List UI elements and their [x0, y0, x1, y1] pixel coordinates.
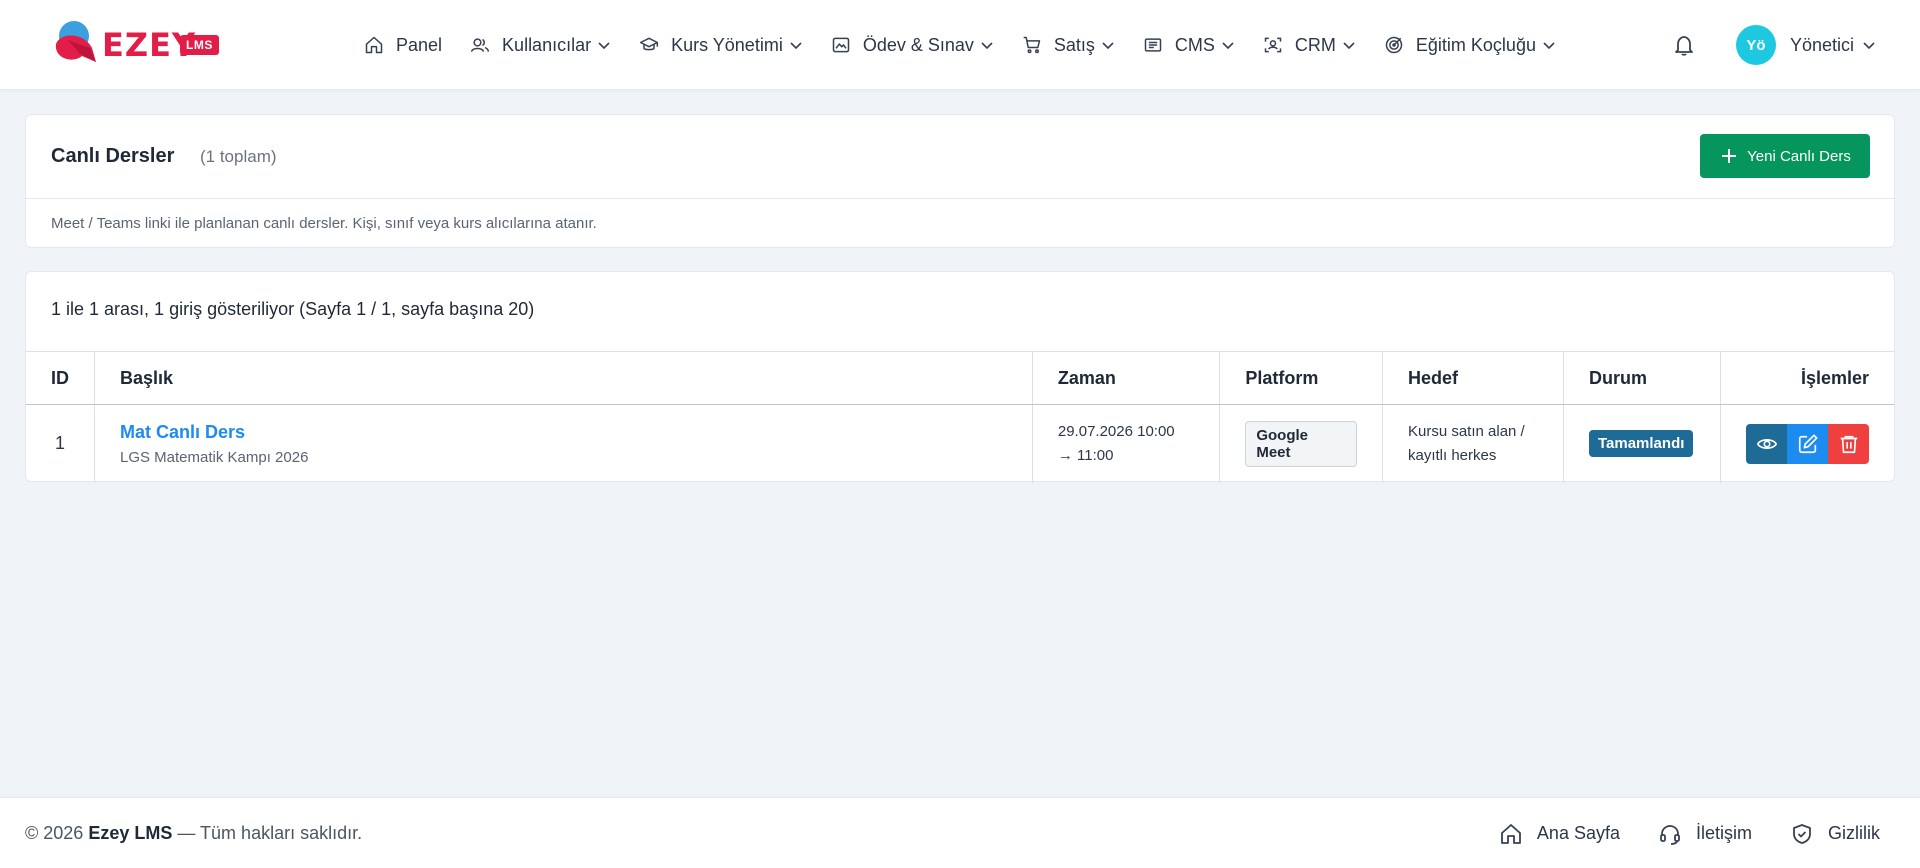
copyright-rights: — Tüm hakları saklıdır.	[177, 823, 363, 843]
target-icon	[1384, 35, 1404, 55]
pagination-info: 1 ile 1 arası, 1 giriş gösteriliyor (Say…	[51, 299, 535, 319]
column-header-time[interactable]: Zaman	[1031, 351, 1220, 405]
footer-link-contact[interactable]: İletişim	[1658, 822, 1752, 846]
column-header-platform[interactable]: Platform	[1219, 351, 1383, 405]
image-icon	[831, 35, 851, 55]
chevron-down-icon	[789, 38, 803, 52]
platform-badge: Google Meet	[1245, 420, 1357, 467]
page-title: Canlı Dersler	[51, 145, 175, 167]
nav-label: CRM	[1294, 34, 1336, 55]
live-lessons-table-card: 1 ile 1 arası, 1 giriş gösteriliyor (Say…	[25, 271, 1895, 483]
lesson-title-link[interactable]: Mat Canlı Ders	[120, 422, 1007, 443]
users-icon	[470, 35, 490, 55]
cart-icon	[1022, 35, 1042, 55]
nav-item-sales[interactable]: Satış	[1008, 25, 1129, 65]
chevron-down-icon	[1542, 38, 1556, 52]
edit-button[interactable]	[1787, 423, 1828, 464]
table-header-row: ID Başlık Zaman Platform Hedef Durum İşl…	[26, 351, 1894, 405]
nav-item-homework-exam[interactable]: Ödev & Sınav	[817, 25, 1008, 65]
newspaper-icon	[1143, 35, 1163, 55]
table-row: 1 Mat Canlı Ders LGS Matematik Kampı 202…	[26, 404, 1894, 483]
row-actions-cell	[1720, 404, 1894, 483]
chevron-down-icon	[597, 38, 611, 52]
row-status-cell: Tamamlandı	[1562, 404, 1721, 483]
nav-item-cms[interactable]: CMS	[1129, 25, 1249, 65]
notification-bell-icon[interactable]	[1672, 33, 1696, 57]
live-lessons-table: ID Başlık Zaman Platform Hedef Durum İşl…	[26, 351, 1894, 483]
brand-logo[interactable]: EZEY LMS	[50, 18, 230, 72]
chevron-down-icon	[1101, 38, 1115, 52]
home-icon	[364, 35, 384, 55]
lesson-target: Kursu satın alan / kayıtlı herkes	[1407, 422, 1525, 464]
column-header-status[interactable]: Durum	[1562, 351, 1721, 405]
nav-label: Satış	[1053, 34, 1095, 55]
card-header: Canlı Dersler (1 toplam) Yeni Canlı Ders	[26, 115, 1894, 199]
user-menu[interactable]: Yö Yönetici	[1736, 25, 1876, 65]
shield-check-icon	[1790, 822, 1814, 846]
copyright-company: Ezey LMS	[88, 823, 173, 843]
eye-icon	[1756, 438, 1777, 449]
footer-link-label: Ana Sayfa	[1536, 823, 1620, 843]
new-live-lesson-button[interactable]: Yeni Canlı Ders	[1700, 134, 1870, 178]
footer-links: Ana Sayfa İletişim Gizlilik	[1461, 798, 1880, 868]
delete-button[interactable]	[1828, 423, 1869, 464]
logo-mark-icon	[55, 21, 96, 62]
column-header-actions: İşlemler	[1720, 351, 1894, 405]
row-target-cell: Kursu satın alan / kayıtlı herkes	[1381, 404, 1564, 483]
nav-item-users[interactable]: Kullanıcılar	[456, 25, 625, 65]
nav-label: CMS	[1174, 34, 1215, 55]
main-nav: Panel Kullanıcılar Kurs Yönetimi Ödev & …	[350, 0, 1570, 90]
row-title-cell: Mat Canlı Ders LGS Matematik Kampı 2026	[94, 404, 1033, 483]
column-header-id[interactable]: ID	[26, 351, 95, 405]
nav-label: Eğitim Koçluğu	[1415, 34, 1536, 55]
chevron-down-icon	[1342, 38, 1356, 52]
total-count: (1 toplam)	[200, 147, 277, 166]
chevron-down-icon	[980, 38, 994, 52]
headset-icon	[1658, 822, 1682, 846]
nav-item-course-management[interactable]: Kurs Yönetimi	[625, 25, 817, 65]
footer-link-label: Gizlilik	[1828, 823, 1880, 843]
row-actions	[1746, 423, 1869, 464]
chevron-down-icon	[1862, 38, 1876, 52]
live-lessons-header-card: Canlı Dersler (1 toplam) Yeni Canlı Ders…	[25, 114, 1895, 248]
nav-label: Panel	[396, 34, 443, 55]
home-icon	[1499, 822, 1523, 846]
footer-link-privacy[interactable]: Gizlilik	[1790, 822, 1880, 846]
copyright-year: © 2026	[25, 823, 84, 843]
column-header-title[interactable]: Başlık	[94, 351, 1033, 405]
trash-icon	[1840, 435, 1857, 453]
new-live-lesson-label: Yeni Canlı Ders	[1747, 147, 1851, 165]
nav-label: Kurs Yönetimi	[671, 34, 783, 55]
brand-badge: LMS	[180, 35, 219, 55]
top-navbar: EZEY LMS Panel Kullanıcılar Kurs Yönetim…	[0, 0, 1920, 90]
lesson-course-name: LGS Matematik Kampı 2026	[120, 448, 309, 466]
row-platform-cell: Google Meet	[1219, 404, 1383, 483]
avatar: Yö	[1736, 25, 1776, 65]
nav-item-coaching[interactable]: Eğitim Koçluğu	[1370, 25, 1570, 65]
nav-item-crm[interactable]: CRM	[1249, 25, 1370, 65]
nav-label: Kullanıcılar	[502, 34, 592, 55]
copyright: © 2026 Ezey LMS — Tüm hakları saklıdır.	[25, 823, 362, 844]
plus-icon	[1719, 146, 1739, 166]
footer: © 2026 Ezey LMS — Tüm hakları saklıdır. …	[0, 797, 1920, 868]
footer-link-label: İletişim	[1695, 823, 1752, 843]
edit-icon	[1798, 434, 1818, 453]
footer-link-home[interactable]: Ana Sayfa	[1499, 822, 1620, 846]
lesson-start-time: 29.07.2026 10:00	[1057, 422, 1175, 440]
row-time-cell: 29.07.2026 10:00 → 11:00	[1031, 404, 1220, 483]
lesson-end-time: → 11:00	[1057, 446, 1114, 464]
view-button[interactable]	[1746, 423, 1787, 464]
user-name: Yönetici	[1790, 34, 1855, 55]
column-header-target[interactable]: Hedef	[1381, 351, 1564, 405]
nav-label: Ödev & Sınav	[862, 34, 974, 55]
nav-item-panel[interactable]: Panel	[350, 25, 456, 65]
row-id: 1	[54, 433, 65, 454]
scan-user-icon	[1263, 35, 1283, 55]
page-description: Meet / Teams linki ile planlanan canlı d…	[51, 215, 597, 232]
chevron-down-icon	[1221, 38, 1235, 52]
status-badge: Tamamlandı	[1588, 430, 1694, 458]
graduation-cap-icon	[639, 35, 659, 55]
